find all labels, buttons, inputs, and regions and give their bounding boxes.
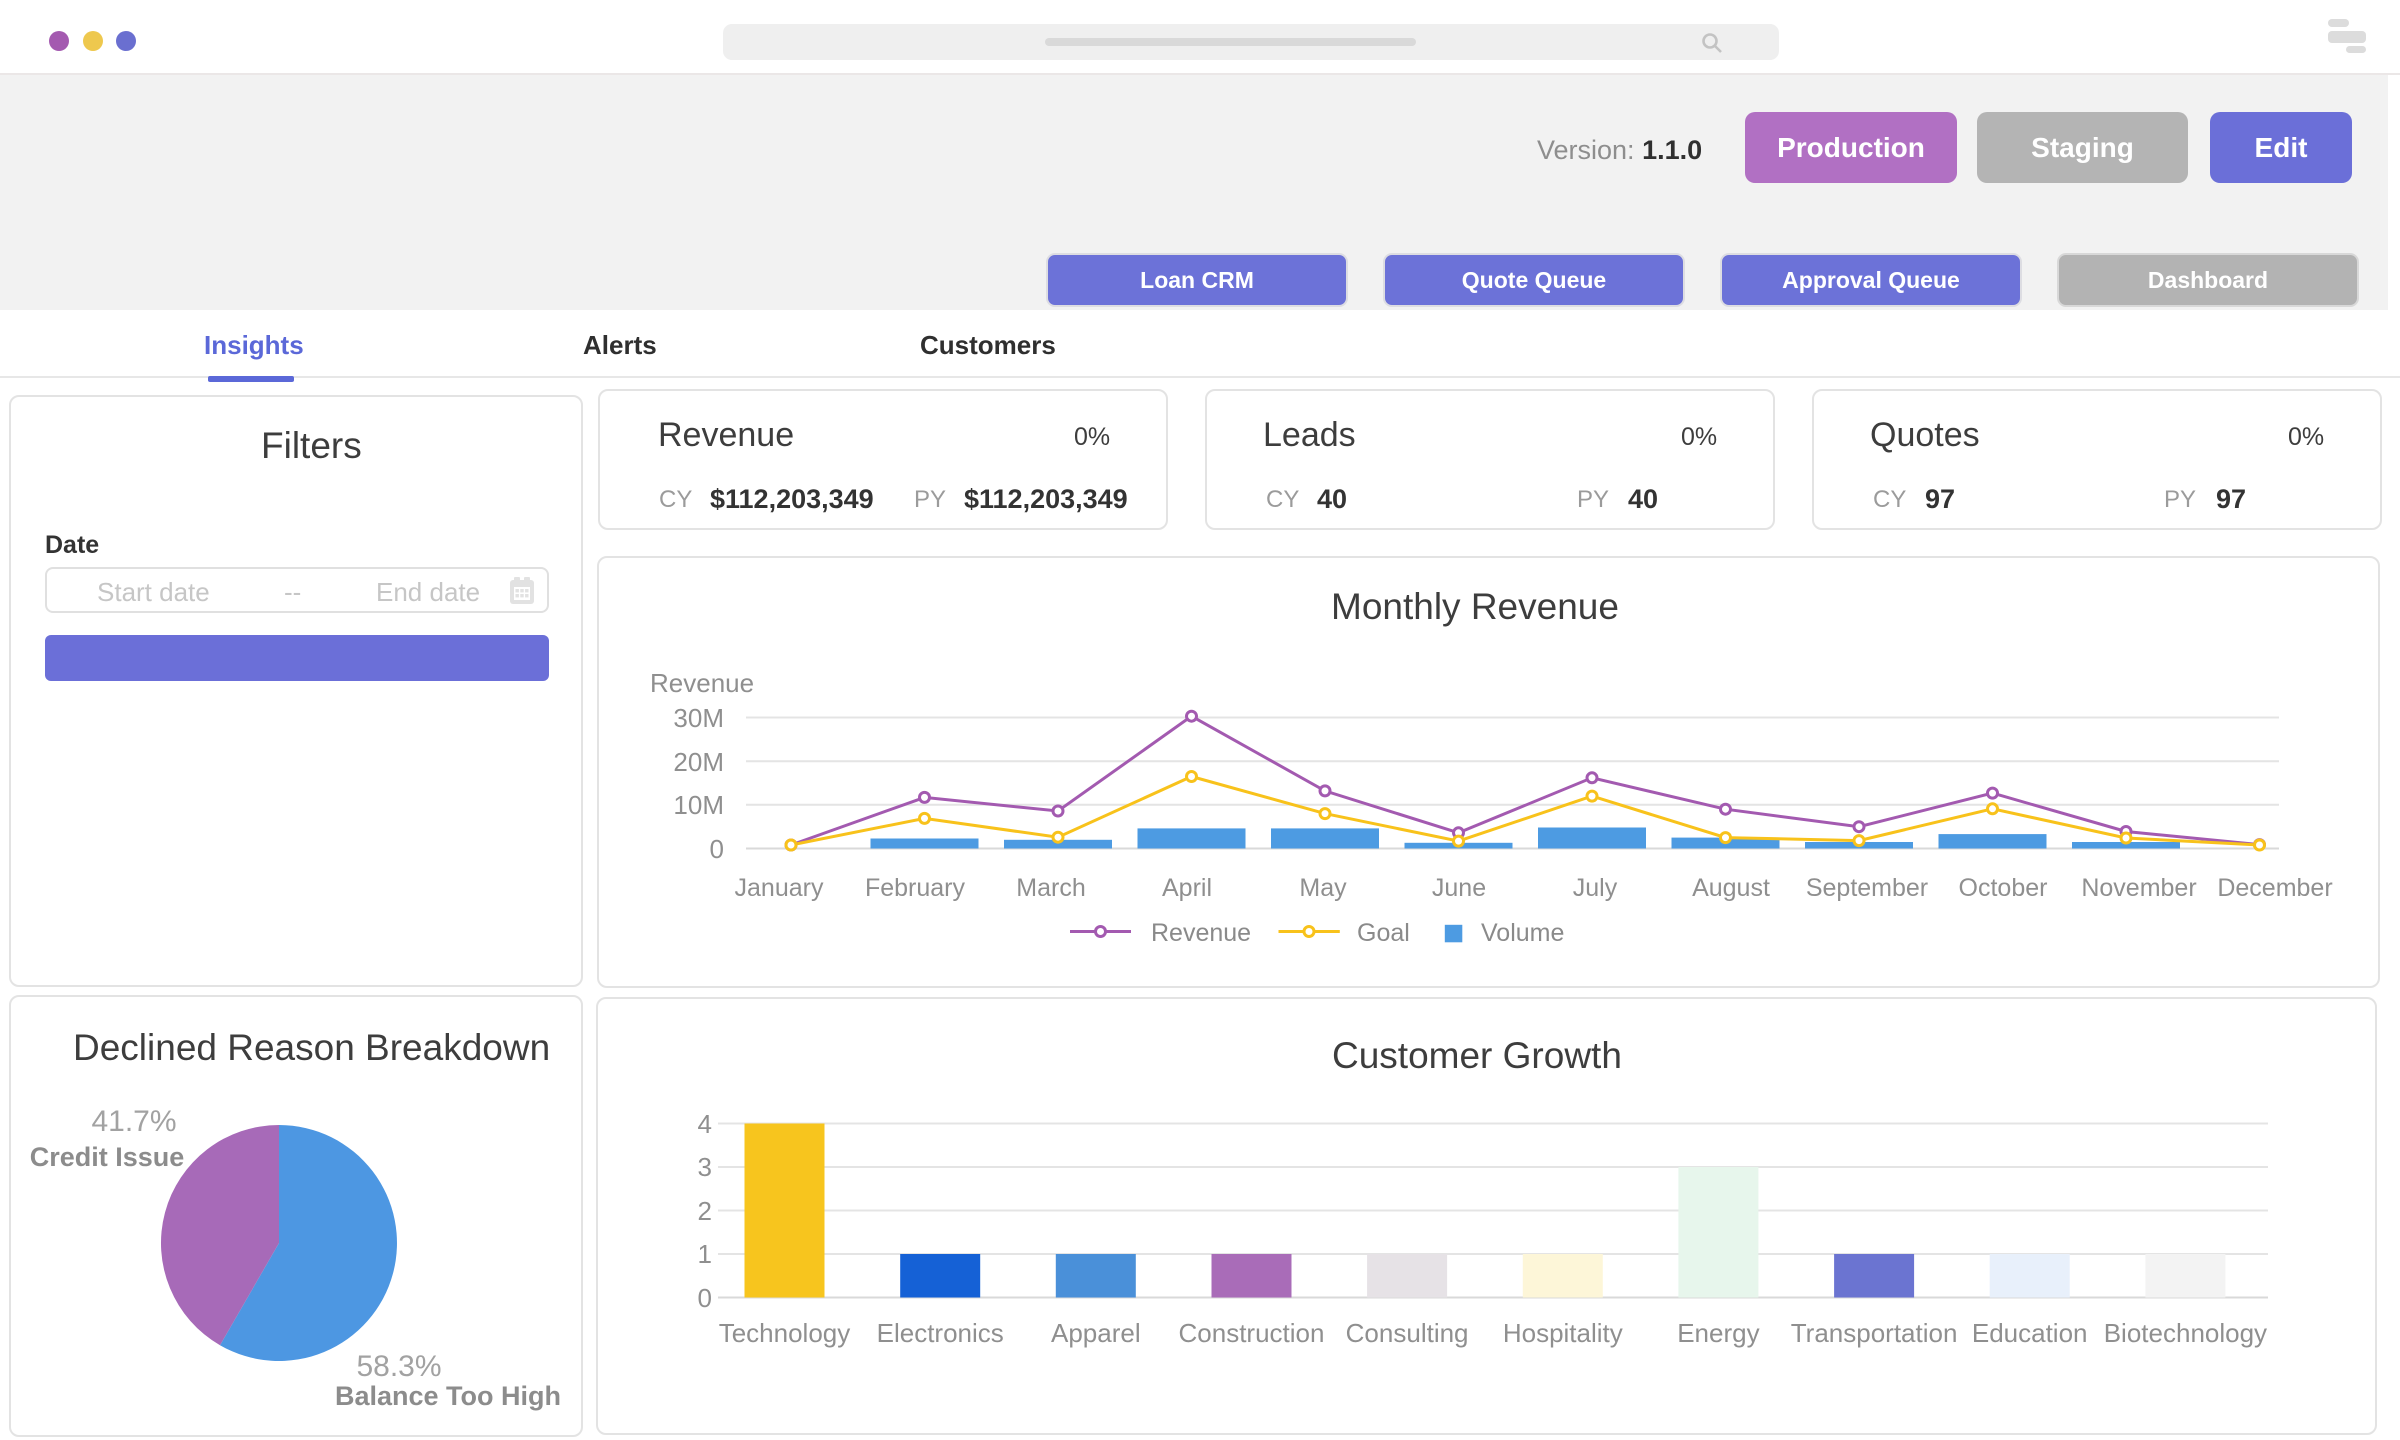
svg-text:Electronics: Electronics: [877, 1318, 1004, 1348]
svg-text:February: February: [865, 874, 966, 902]
svg-text:December: December: [2217, 874, 2332, 902]
svg-text:Credit Issue: Credit Issue: [30, 1142, 185, 1172]
svg-text:30M: 30M: [673, 703, 724, 733]
svg-text:Biotechnology: Biotechnology: [2104, 1318, 2267, 1348]
svg-text:May: May: [1299, 874, 1347, 902]
svg-text:10M: 10M: [673, 790, 724, 820]
svg-text:2: 2: [698, 1196, 712, 1226]
svg-text:Volume: Volume: [1481, 919, 1564, 947]
svg-text:Construction: Construction: [1179, 1318, 1325, 1348]
svg-text:Energy: Energy: [1677, 1318, 1759, 1348]
svg-text:October: October: [1959, 874, 2048, 902]
svg-text:4: 4: [698, 1109, 712, 1139]
svg-text:September: September: [1806, 874, 1928, 902]
svg-text:Consulting: Consulting: [1346, 1318, 1469, 1348]
svg-text:January: January: [735, 874, 824, 902]
svg-text:Revenue: Revenue: [1151, 919, 1251, 947]
svg-text:Apparel: Apparel: [1051, 1318, 1141, 1348]
svg-text:3: 3: [698, 1152, 712, 1182]
svg-text:0: 0: [710, 834, 724, 864]
svg-text:March: March: [1016, 874, 1085, 902]
svg-text:Hospitality: Hospitality: [1503, 1318, 1623, 1348]
svg-text:Education: Education: [1972, 1318, 2088, 1348]
svg-text:Balance Too High: Balance Too High: [335, 1381, 561, 1411]
svg-text:Transportation: Transportation: [1791, 1318, 1958, 1348]
svg-text:Goal: Goal: [1357, 919, 1410, 947]
svg-text:June: June: [1432, 874, 1486, 902]
svg-text:58.3%: 58.3%: [356, 1350, 441, 1383]
svg-text:41.7%: 41.7%: [91, 1105, 176, 1138]
svg-text:August: August: [1692, 874, 1770, 902]
svg-text:Revenue: Revenue: [650, 668, 754, 698]
svg-text:July: July: [1573, 874, 1618, 902]
svg-text:1: 1: [698, 1239, 712, 1269]
svg-text:Technology: Technology: [719, 1318, 851, 1348]
svg-text:20M: 20M: [673, 747, 724, 777]
svg-text:November: November: [2081, 874, 2196, 902]
svg-text:0: 0: [698, 1283, 712, 1313]
svg-text:April: April: [1162, 874, 1212, 902]
